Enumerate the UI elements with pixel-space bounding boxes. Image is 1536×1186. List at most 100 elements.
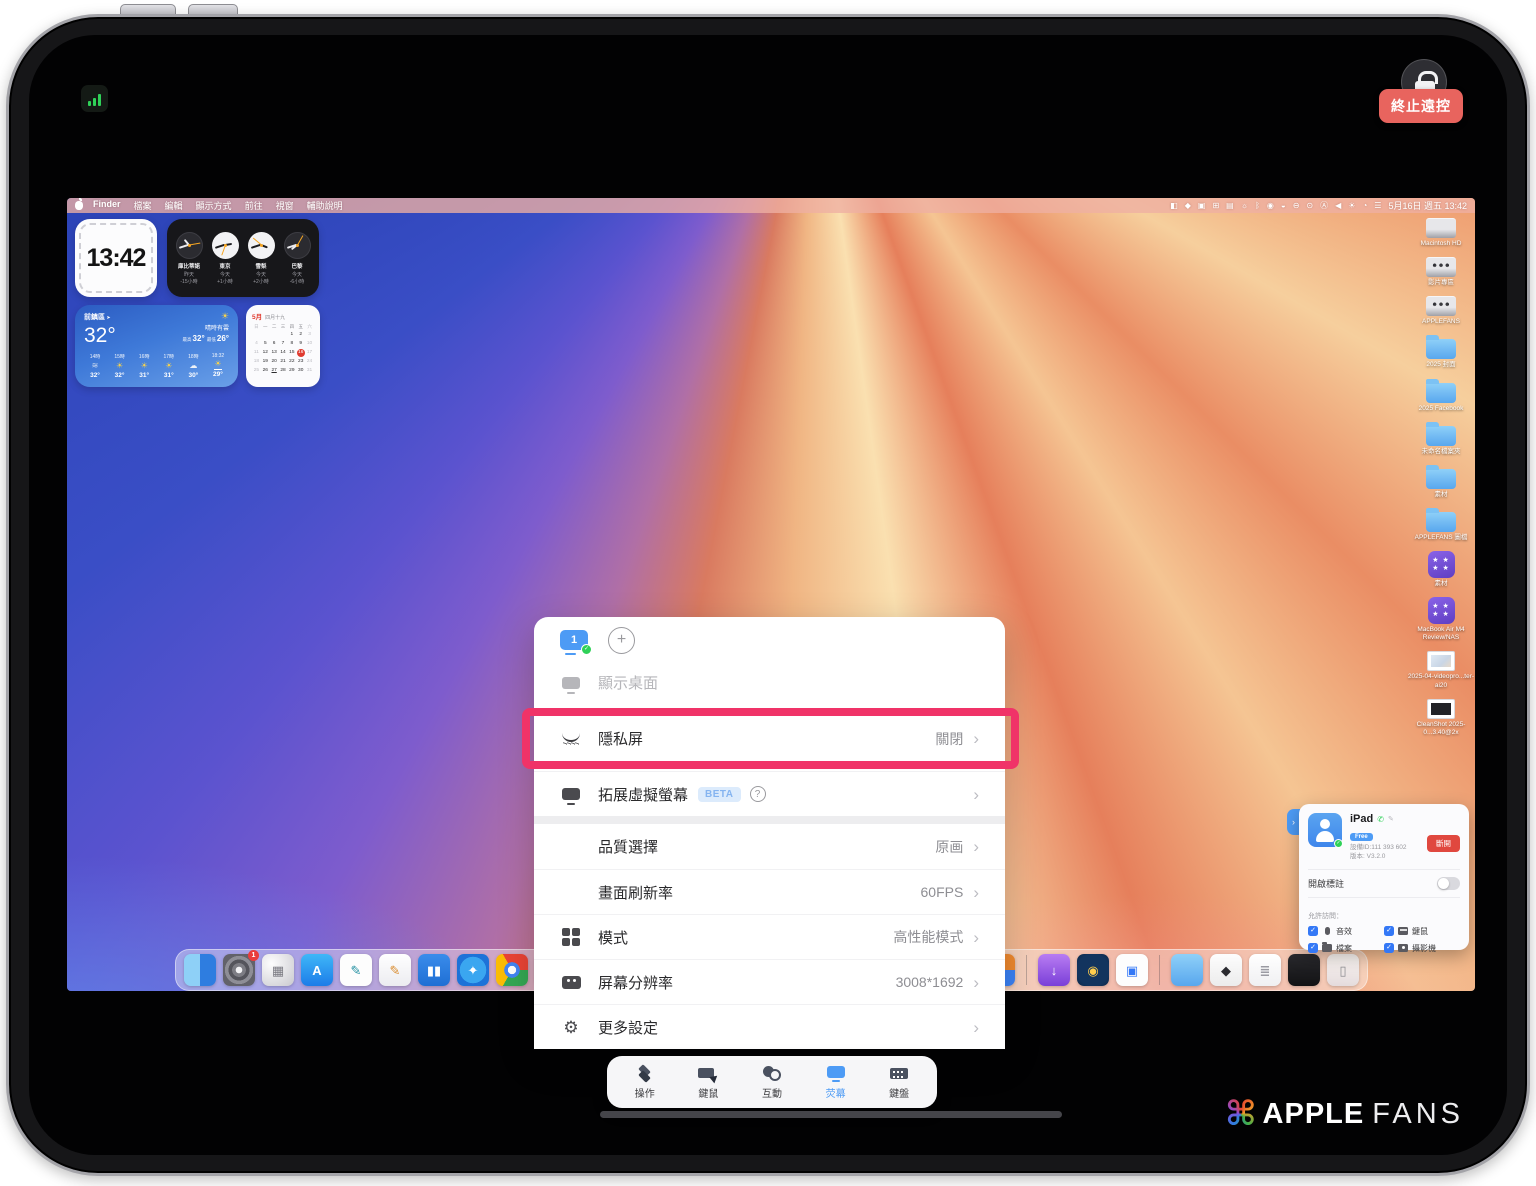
desktop-item-label: 2025 封面 [1426, 361, 1455, 369]
desktop-item[interactable]: 素材 [1426, 465, 1456, 499]
menubar-status-icon-3[interactable]: ▣ [1198, 202, 1206, 210]
menubar-status-icon-16[interactable]: ☰ [1374, 202, 1381, 210]
disconnect-button[interactable]: 斷開 [1427, 835, 1460, 852]
menu-item-privacy-screen[interactable]: 隱私屏關閉› [534, 716, 1005, 761]
menu-item-more-settings[interactable]: 更多設定› [534, 1004, 1005, 1049]
weather-hour: 16時☀31° [133, 353, 155, 379]
calendar-day-30: 30 [296, 366, 305, 375]
home-indicator[interactable] [600, 1111, 1062, 1118]
menu-item-mode[interactable]: 模式高性能模式› [534, 914, 1005, 959]
checkbox-checked-icon[interactable]: ✓ [1308, 943, 1318, 953]
annotation-toggle[interactable] [1437, 877, 1460, 890]
toolbar-tab-key-mouse[interactable]: 鍵鼠 [681, 1065, 735, 1100]
menubar-menu-3[interactable]: 編輯 [165, 199, 183, 212]
menubar-status-icon-4[interactable]: ⊞ [1212, 202, 1219, 210]
sun-icon: ☀ [141, 360, 148, 371]
menubar-menu-5[interactable]: 前往 [245, 199, 263, 212]
menu-item-resolution[interactable]: 屏幕分辨率3008*1692› [534, 959, 1005, 1004]
menubar-menu-2[interactable]: 檔案 [134, 199, 152, 212]
display-1-icon[interactable]: 1 ✓ [560, 630, 588, 650]
keyboard-icon [889, 1065, 909, 1082]
chevron-right-icon: › [973, 786, 979, 803]
menu-item-quality[interactable]: 品質選擇原画› [534, 824, 1005, 869]
dock-documents[interactable]: ≣ [1249, 954, 1281, 986]
desktop-item[interactable]: CleanShot 2025-0...3.40@2x [1405, 699, 1475, 737]
menu-item-value: 高性能模式 [893, 927, 963, 947]
permission-label: 檔案 [1336, 943, 1352, 954]
menubar-menu-7[interactable]: 輔助說明 [307, 199, 343, 212]
menubar-status-icons: ◧ ◆ ▣ ⊞ ▤ ☼ ᛒ ◉ ◒ ⊖ ⊙ Ⓐ ◀ ☀ ◔ ☰ [1170, 202, 1381, 210]
menubar-status-icon-7[interactable]: ᛒ [1255, 202, 1260, 210]
desktop-item[interactable]: ★ ★★ ★素材 [1428, 551, 1455, 588]
menu-item-refresh-rate[interactable]: 畫面刷新率60FPS› [534, 869, 1005, 914]
dock-safari[interactable]: ✦ [457, 954, 489, 986]
permission-files[interactable]: ✓ 檔案 [1308, 943, 1384, 954]
calendar-day-14: 14 [279, 348, 288, 357]
checkbox-checked-icon[interactable]: ✓ [1384, 926, 1394, 936]
dock-finder[interactable] [184, 954, 216, 986]
desktop-item[interactable]: APPLEFANS [1422, 296, 1460, 326]
toolbar-tab-keyboard[interactable]: 鍵盤 [872, 1065, 926, 1100]
dock-launchpad[interactable]: ▦ [262, 954, 294, 986]
permission-key-mouse[interactable]: ✓鍵鼠 [1384, 926, 1460, 937]
menubar-status-icon-14[interactable]: ☀ [1348, 202, 1355, 210]
dock-app-store[interactable]: A [301, 954, 333, 986]
apple-logo-icon[interactable] [75, 201, 83, 210]
dock-downloads-folder[interactable] [1171, 954, 1203, 986]
menubar-status-icon-2[interactable]: ◆ [1185, 202, 1191, 210]
desktop-item[interactable]: 未命名檔案夾 [1422, 422, 1461, 456]
menubar-status-icon-11[interactable]: ⊙ [1306, 202, 1313, 210]
add-display-button[interactable]: + [608, 627, 635, 654]
dock-chrome[interactable] [496, 954, 528, 986]
desktop-item[interactable]: 2025 封面 [1426, 335, 1456, 369]
menubar-clock[interactable]: 5月16日 週五 13:42 [1388, 199, 1467, 212]
grid-icon [560, 926, 582, 948]
menubar-menu-6[interactable]: 視窗 [276, 199, 294, 212]
menubar-status-icon-8[interactable]: ◉ [1267, 202, 1274, 210]
menubar-status-icon-1[interactable]: ◧ [1170, 202, 1178, 210]
menubar-status-icon-13[interactable]: ◀ [1335, 202, 1341, 210]
desktop-item[interactable]: ★ ★★ ★MacBook Air M4 Review/NAS [1405, 597, 1475, 642]
hour-temp: 31° [164, 372, 174, 379]
desktop-item[interactable]: 影片專區 [1426, 257, 1456, 287]
dock-trash[interactable]: ▯ [1327, 954, 1359, 986]
permission-camera[interactable]: ✓攝影機 [1384, 943, 1460, 954]
permission-audio[interactable]: ✓音效 [1308, 926, 1384, 937]
calendar-day-empty [252, 330, 261, 339]
dock-notes[interactable]: ✎ [379, 954, 411, 986]
dock-screen-mirroring[interactable]: ▣ [1116, 954, 1148, 986]
checkbox-checked-icon[interactable]: ✓ [1308, 926, 1318, 936]
desktop-item[interactable]: 2025-04-videopro...ter-ai20 [1405, 651, 1475, 689]
edit-icon[interactable]: ✎ [1388, 815, 1394, 823]
menubar-status-icon-10[interactable]: ⊖ [1293, 202, 1300, 210]
device-name: iPad [1350, 813, 1373, 825]
toolbar-tab-screen[interactable]: 荧幕 [809, 1065, 863, 1100]
menubar-status-icon-9[interactable]: ◒ [1281, 202, 1286, 210]
dock-downie[interactable]: ↓ [1038, 954, 1070, 986]
menubar-status-icon-15[interactable]: ◔ [1362, 202, 1367, 210]
chat-icon [762, 1065, 782, 1082]
desktop-item[interactable]: APPLEFANS 圖檔 [1415, 508, 1468, 542]
dock-videoproc[interactable]: ◉ [1077, 954, 1109, 986]
menu-item-virtual-display[interactable]: 拓展虛擬螢幕BETA?› [534, 771, 1005, 816]
desktop-item[interactable]: 2025 Facebook [1419, 379, 1464, 413]
dock-screenshot-preview[interactable] [1288, 954, 1320, 986]
end-remote-button[interactable]: 終止遠控 [1379, 89, 1463, 123]
dock-goodnotes[interactable]: ✎ [340, 954, 372, 986]
menubar-status-icon-12[interactable]: Ⓐ [1320, 202, 1328, 210]
weather-high-low: 最高32° 最低26° [183, 334, 229, 343]
toolbar-tab-actions[interactable]: 操作 [618, 1065, 672, 1100]
calendar-day-27: 27 [270, 366, 279, 375]
dock-trello[interactable]: ▮▮ [418, 954, 450, 986]
menubar-status-icon-5[interactable]: ▤ [1226, 202, 1234, 210]
toolbar-tab-interact[interactable]: 互動 [745, 1065, 799, 1100]
checkbox-checked-icon[interactable]: ✓ [1384, 943, 1394, 953]
menubar-status-icon-6[interactable]: ☼ [1241, 202, 1248, 210]
menubar-menu-4[interactable]: 顯示方式 [196, 199, 232, 212]
dock-komaaru[interactable]: ◆ [1210, 954, 1242, 986]
menubar-menu-1[interactable]: Finder [93, 199, 121, 212]
dock-system-settings[interactable]: 1 [223, 954, 255, 986]
desktop-item[interactable]: Macintosh HD [1421, 218, 1462, 248]
help-icon[interactable]: ? [750, 786, 766, 802]
weather-hour: 15時☀32° [109, 353, 131, 379]
